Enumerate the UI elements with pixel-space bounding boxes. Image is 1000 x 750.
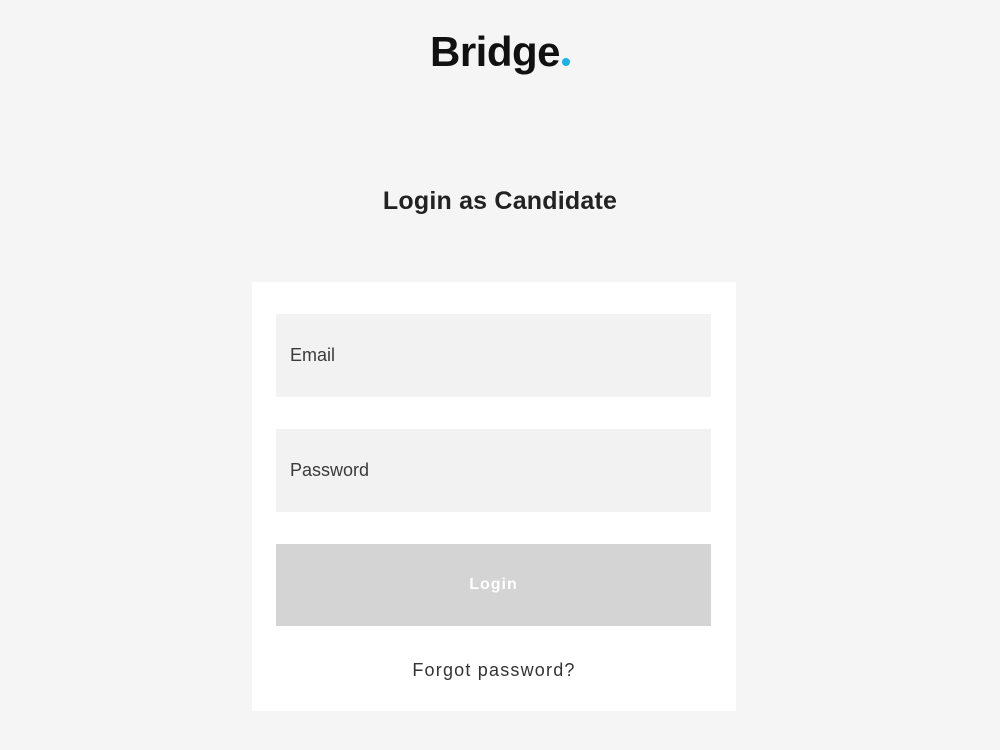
login-button[interactable]: Login [276, 544, 711, 626]
brand-name: Bridge [429, 28, 561, 75]
login-card: Login Forgot password? [252, 282, 736, 711]
password-field[interactable] [276, 429, 711, 512]
page-title: Login as Candidate [382, 187, 618, 215]
brand-dot-icon [562, 58, 570, 66]
brand-logo[interactable]: Bridge [0, 28, 1000, 76]
forgot-password-link[interactable]: Forgot password? [252, 658, 736, 682]
email-field[interactable] [276, 314, 711, 397]
